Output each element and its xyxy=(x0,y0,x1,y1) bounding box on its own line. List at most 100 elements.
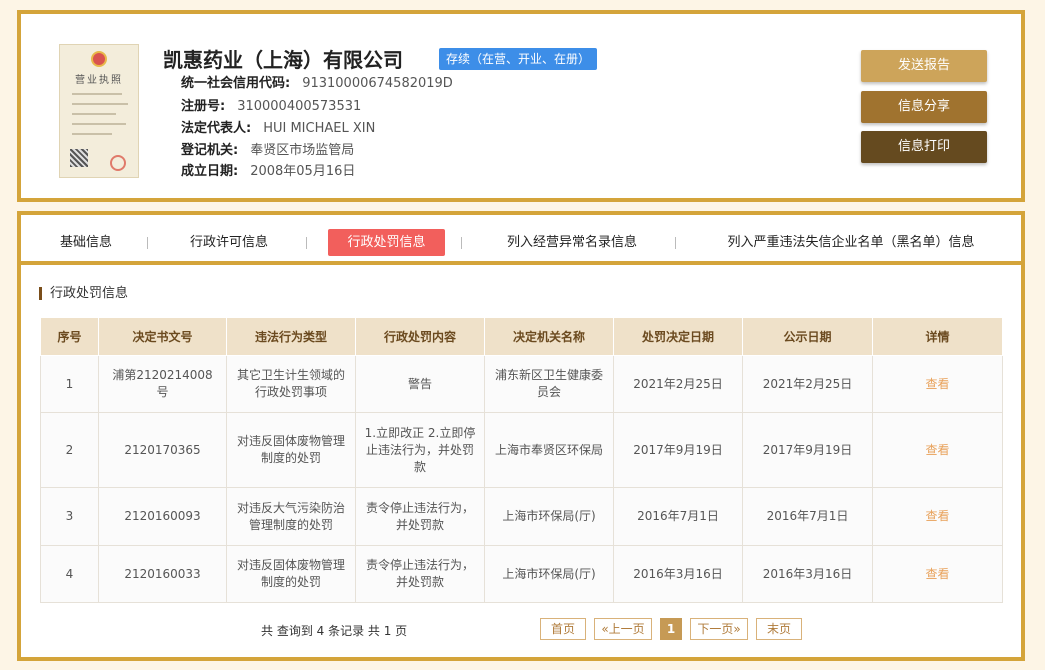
cell-violation-type: 对违反大气污染防治管理制度的处罚 xyxy=(226,487,356,546)
cell-details: 查看 xyxy=(872,545,1003,603)
tab-separator xyxy=(675,237,676,249)
credit-code-label: 统一社会信用代码: xyxy=(181,76,291,91)
header-violation-type: 违法行为类型 xyxy=(226,317,356,356)
license-text-line xyxy=(72,113,116,115)
cell-decision-number: 2120160033 xyxy=(98,545,227,603)
view-details-link[interactable]: 查看 xyxy=(925,443,949,457)
license-text-line xyxy=(72,133,112,135)
tab-separator xyxy=(306,237,307,249)
cell-details: 查看 xyxy=(872,355,1003,413)
established-date-value: 2008年05月16日 xyxy=(250,164,356,179)
cell-penalty-content: 1.立即改正 2.立即停止违法行为，并处罚款 xyxy=(355,412,485,488)
tab-separator xyxy=(147,237,148,249)
business-license-image[interactable]: 营业执照 xyxy=(59,44,139,178)
tab-basic-info[interactable]: 基础信息 xyxy=(57,229,115,256)
view-details-link[interactable]: 查看 xyxy=(925,567,949,581)
header-decision-date: 处罚决定日期 xyxy=(613,317,743,356)
cell-index: 3 xyxy=(40,487,99,546)
cell-details: 查看 xyxy=(872,487,1003,546)
tab-administrative-license[interactable]: 行政许可信息 xyxy=(185,229,273,256)
penalty-content: 行政处罚信息 序号 决定书文号 违法行为类型 行政处罚内容 决定机关名称 处罚决… xyxy=(21,265,1021,657)
official-seal-icon xyxy=(110,155,126,171)
current-page-button[interactable]: 1 xyxy=(660,618,682,640)
cell-decision-number: 2120170365 xyxy=(98,412,227,488)
cell-index: 4 xyxy=(40,545,99,603)
prev-page-button[interactable]: «上一页 xyxy=(594,618,652,640)
table-row: 1 浦第2120214008号 其它卫生计生领域的行政处罚事项 警告 浦东新区卫… xyxy=(40,355,1003,413)
header-penalty-content: 行政处罚内容 xyxy=(355,317,485,356)
main-panel: 基础信息 行政许可信息 行政处罚信息 列入经营异常名录信息 列入严重违法失信企业… xyxy=(17,211,1025,661)
cell-decision-date: 2017年9月19日 xyxy=(613,412,743,488)
table-row: 4 2120160033 对违反固体废物管理制度的处罚 责令停止违法行为，并处罚… xyxy=(40,545,1003,603)
tab-separator xyxy=(461,237,462,249)
cell-decision-date: 2021年2月25日 xyxy=(613,355,743,413)
view-details-link[interactable]: 查看 xyxy=(925,377,949,391)
credit-code-row: 统一社会信用代码: 91310000674582019D xyxy=(181,74,453,94)
table-header-row: 序号 决定书文号 违法行为类型 行政处罚内容 决定机关名称 处罚决定日期 公示日… xyxy=(40,317,1003,356)
view-details-link[interactable]: 查看 xyxy=(925,509,949,523)
cell-penalty-content: 警告 xyxy=(355,355,485,413)
cell-penalty-content: 责令停止违法行为，并处罚款 xyxy=(355,545,485,603)
cell-index: 1 xyxy=(40,355,99,413)
cell-penalty-content: 责令停止违法行为，并处罚款 xyxy=(355,487,485,546)
cell-details: 查看 xyxy=(872,412,1003,488)
send-report-button[interactable]: 发送报告 xyxy=(861,50,987,82)
registration-number-value: 310000400573531 xyxy=(237,99,362,114)
table-row: 3 2120160093 对违反大气污染防治管理制度的处罚 责令停止违法行为，并… xyxy=(40,487,1003,546)
cell-authority: 上海市环保局(厅) xyxy=(484,545,614,603)
legal-representative-row: 法定代表人: HUI MICHAEL XIN xyxy=(181,119,375,139)
section-title: 行政处罚信息 xyxy=(39,287,128,300)
license-text-line xyxy=(72,123,126,125)
established-date-label: 成立日期: xyxy=(181,164,239,179)
company-card: 营业执照 凯惠药业（上海）有限公司 存续（在营、开业、在册） 统一社会信用代码:… xyxy=(17,10,1025,202)
registration-authority-label: 登记机关: xyxy=(181,143,239,158)
credit-code-value: 91310000674582019D xyxy=(302,76,453,91)
cell-decision-date: 2016年7月1日 xyxy=(613,487,743,546)
cell-publish-date: 2016年7月1日 xyxy=(742,487,873,546)
legal-representative-label: 法定代表人: xyxy=(181,121,252,136)
status-badge: 存续（在营、开业、在册） xyxy=(439,48,598,70)
legal-representative-value: HUI MICHAEL XIN xyxy=(263,121,376,136)
established-date-row: 成立日期: 2008年05月16日 xyxy=(181,162,355,182)
first-page-button[interactable]: 首页 xyxy=(540,618,586,640)
last-page-button[interactable]: 末页 xyxy=(756,618,802,640)
header-publish-date: 公示日期 xyxy=(742,317,873,356)
cell-violation-type: 其它卫生计生领域的行政处罚事项 xyxy=(226,355,356,413)
tab-administrative-penalty[interactable]: 行政处罚信息 xyxy=(328,229,445,256)
header-index: 序号 xyxy=(40,317,99,356)
share-info-button[interactable]: 信息分享 xyxy=(861,91,987,123)
cell-decision-number: 浦第2120214008号 xyxy=(98,355,227,413)
print-info-button[interactable]: 信息打印 xyxy=(861,131,987,163)
tab-bar: 基础信息 行政许可信息 行政处罚信息 列入经营异常名录信息 列入严重违法失信企业… xyxy=(21,215,1021,265)
cell-publish-date: 2016年3月16日 xyxy=(742,545,873,603)
qr-code-icon xyxy=(70,149,88,167)
registration-authority-row: 登记机关: 奉贤区市场监管局 xyxy=(181,141,354,161)
header-details: 详情 xyxy=(872,317,1003,356)
cell-authority: 浦东新区卫生健康委员会 xyxy=(484,355,614,413)
cell-publish-date: 2021年2月25日 xyxy=(742,355,873,413)
cell-index: 2 xyxy=(40,412,99,488)
penalty-table: 序号 决定书文号 违法行为类型 行政处罚内容 决定机关名称 处罚决定日期 公示日… xyxy=(40,317,1003,603)
cell-publish-date: 2017年9月19日 xyxy=(742,412,873,488)
cell-violation-type: 对违反固体废物管理制度的处罚 xyxy=(226,412,356,488)
cell-authority: 上海市奉贤区环保局 xyxy=(484,412,614,488)
table-row: 2 2120170365 对违反固体废物管理制度的处罚 1.立即改正 2.立即停… xyxy=(40,412,1003,488)
tab-blacklist[interactable]: 列入严重违法失信企业名单（黑名单）信息 xyxy=(713,229,989,256)
company-name: 凯惠药业（上海）有限公司 xyxy=(163,48,403,72)
license-text-line xyxy=(72,103,128,105)
cell-decision-number: 2120160093 xyxy=(98,487,227,546)
cell-violation-type: 对违反固体废物管理制度的处罚 xyxy=(226,545,356,603)
license-text-line xyxy=(72,93,122,95)
header-authority: 决定机关名称 xyxy=(484,317,614,356)
next-page-button[interactable]: 下一页» xyxy=(690,618,748,640)
registration-number-label: 注册号: xyxy=(181,99,226,114)
registration-authority-value: 奉贤区市场监管局 xyxy=(250,143,355,158)
cell-authority: 上海市环保局(厅) xyxy=(484,487,614,546)
record-summary: 共 查询到 4 条记录 共 1 页 xyxy=(261,624,408,638)
cell-decision-date: 2016年3月16日 xyxy=(613,545,743,603)
national-emblem-icon xyxy=(91,51,107,67)
license-title: 营业执照 xyxy=(75,75,123,86)
tab-abnormal-operation[interactable]: 列入经营异常名录信息 xyxy=(499,229,645,256)
header-decision-number: 决定书文号 xyxy=(98,317,227,356)
registration-number-row: 注册号: 310000400573531 xyxy=(181,97,361,117)
